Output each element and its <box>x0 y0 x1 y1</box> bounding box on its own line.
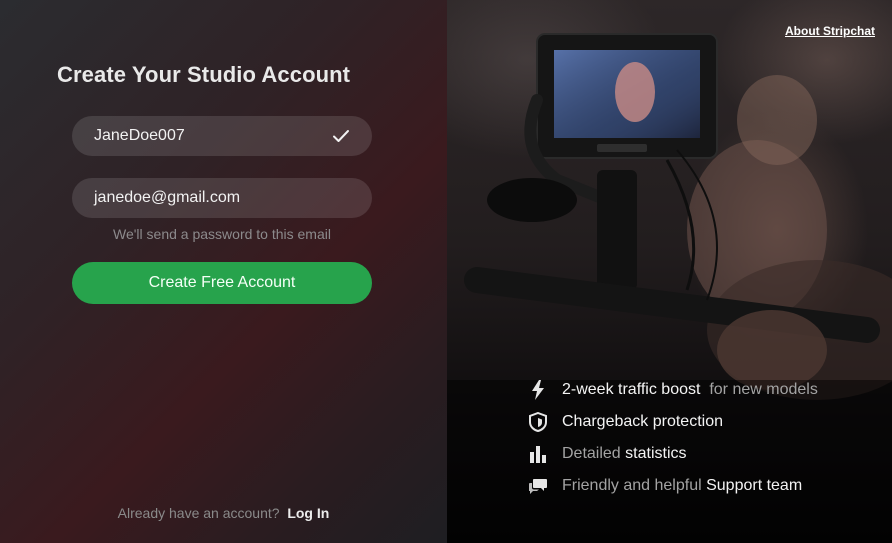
feature-statistics-pre: Detailed <box>562 445 621 462</box>
feature-support-pre: Friendly and helpful <box>562 477 702 494</box>
checkmark-icon <box>333 130 349 142</box>
signup-panel: Create Your Studio Account JaneDoe007 ja… <box>0 0 447 543</box>
login-link-label: Log In <box>287 505 330 521</box>
chat-bubbles-icon <box>527 475 549 497</box>
email-field[interactable]: janedoe@gmail.com <box>72 178 372 218</box>
feature-support-strong-text: Support team <box>706 477 803 494</box>
login-link[interactable]: Log In <box>283 505 329 521</box>
feature-traffic-rest-text: for new models <box>704 381 818 398</box>
feature-traffic-strong: 2-week traffic boost <box>562 381 701 398</box>
login-question: Already have an account? <box>117 505 280 521</box>
login-prompt-line: Already have an account? Log In <box>0 505 447 521</box>
email-value: janedoe@gmail.com <box>94 189 241 206</box>
bar-chart-icon <box>527 443 549 465</box>
hero-panel: About Stripchat 2-week traffic boost for… <box>447 0 892 543</box>
feature-statistics: Detailed statistics <box>527 438 818 470</box>
feature-support: Friendly and helpful Support team <box>527 470 818 502</box>
username-value: JaneDoe007 <box>94 127 185 144</box>
feature-traffic-rest: for new models <box>700 381 818 399</box>
about-link[interactable]: About Stripchat <box>785 24 875 38</box>
email-hint: We'll send a password to this email <box>113 226 331 242</box>
feature-chargeback-strong: Chargeback protection <box>562 413 723 430</box>
feature-statistics-strong-text: statistics <box>625 445 687 462</box>
feature-traffic-boost: 2-week traffic boost for new models <box>527 374 818 406</box>
feature-support-strong: Support team <box>702 477 803 495</box>
lightning-icon <box>527 379 549 401</box>
feature-statistics-strong: statistics <box>621 445 687 463</box>
page-title: Create Your Studio Account <box>57 62 351 87</box>
create-account-button[interactable]: Create Free Account <box>72 262 372 304</box>
feature-chargeback: Chargeback protection <box>527 406 818 438</box>
feature-list: 2-week traffic boost for new models Char… <box>527 374 818 502</box>
username-field[interactable]: JaneDoe007 <box>72 116 372 156</box>
shield-icon <box>527 411 549 433</box>
